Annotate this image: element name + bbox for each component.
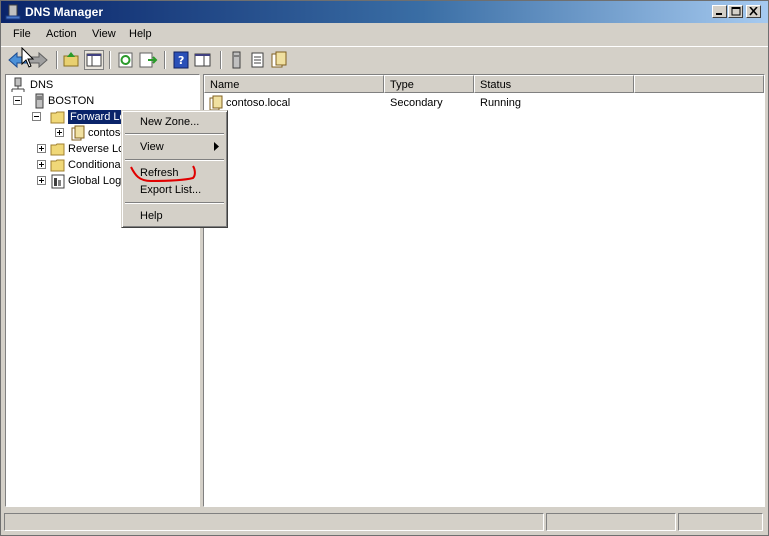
zone-file-icon: [208, 95, 224, 111]
mouse-cursor-icon: [21, 47, 35, 68]
cell-name: contoso.local: [226, 97, 291, 109]
column-header-filler: [634, 75, 764, 93]
expand-toggle[interactable]: [37, 160, 46, 169]
menu-item-view[interactable]: View: [140, 141, 164, 153]
refresh-icon[interactable]: [116, 50, 136, 70]
event-log-icon: [50, 173, 66, 189]
title-bar[interactable]: DNS Manager: [1, 1, 768, 23]
status-panel-main: [4, 513, 544, 531]
minimize-icon: [716, 13, 722, 15]
tree-label-reverse-lookup: Reverse Lo: [68, 143, 125, 155]
dns-icon: [10, 77, 26, 93]
tree-label-global-logs: Global Logs: [68, 175, 127, 187]
status-panel: [678, 513, 763, 531]
menu-action[interactable]: Action: [45, 28, 78, 40]
red-underline-annotation: [130, 165, 196, 183]
menu-view[interactable]: View: [91, 28, 117, 40]
zone-properties-icon[interactable]: [269, 50, 289, 70]
menu-item-help[interactable]: Help: [140, 210, 163, 222]
tree-label-conditional-forwarders: Conditional: [68, 159, 124, 171]
menu-item-new-zone[interactable]: New Zone...: [140, 116, 199, 128]
expand-toggle[interactable]: [55, 128, 64, 137]
toolbar-separator: [109, 51, 111, 69]
export-list-icon[interactable]: [138, 50, 158, 70]
status-bar: [1, 510, 768, 534]
dns-app-icon: [5, 4, 21, 20]
toolbar: ?: [1, 46, 768, 73]
expand-toggle[interactable]: [37, 176, 46, 185]
toolbar-separator: [56, 51, 58, 69]
window-title: DNS Manager: [25, 5, 104, 19]
menu-help[interactable]: Help: [128, 28, 153, 40]
tree-label-forward-lookup: Forward Lo: [68, 110, 128, 124]
toolbar-separator: [220, 51, 222, 69]
zone-file-icon: [70, 125, 86, 141]
server-icon: [32, 93, 48, 109]
help-icon[interactable]: ?: [171, 50, 191, 70]
column-header-name[interactable]: Name: [204, 75, 384, 93]
cell-status: Running: [480, 97, 521, 109]
expand-toggle[interactable]: [37, 144, 46, 153]
menu-file[interactable]: File: [12, 28, 32, 40]
collapse-toggle[interactable]: [13, 96, 22, 105]
up-one-level-icon[interactable]: [61, 50, 81, 70]
server-icon[interactable]: [227, 50, 247, 70]
maximize-button[interactable]: [728, 5, 743, 18]
column-header-type[interactable]: Type: [384, 75, 474, 93]
show-hide-console-tree-icon[interactable]: [84, 50, 104, 70]
collapse-toggle[interactable]: [32, 112, 41, 121]
status-panel: [546, 513, 676, 531]
folder-icon: [50, 157, 66, 173]
cell-type: Secondary: [390, 97, 443, 109]
close-icon: [749, 7, 758, 16]
svg-text:?: ?: [178, 54, 184, 67]
dns-manager-window: DNS Manager File Action View Help ? DNS …: [0, 0, 769, 536]
submenu-arrow-icon: [214, 142, 220, 154]
toolbar-separator: [164, 51, 166, 69]
folder-icon: [50, 141, 66, 157]
tree-label-boston: BOSTON: [48, 95, 95, 107]
menu-separator: [125, 133, 224, 135]
tree-label-dns: DNS: [30, 79, 54, 91]
details-list[interactable]: Name Type Status contoso.local Secondary…: [203, 74, 765, 507]
maximize-icon: [731, 7, 741, 16]
show-hide-action-pane-icon[interactable]: [193, 50, 213, 70]
column-header-status[interactable]: Status: [474, 75, 634, 93]
menu-separator: [125, 202, 224, 204]
record-list-icon[interactable]: [248, 50, 268, 70]
minimize-button[interactable]: [712, 5, 727, 18]
close-button[interactable]: [746, 5, 761, 18]
menu-bar: File Action View Help: [1, 24, 768, 44]
folder-icon: [50, 109, 66, 125]
